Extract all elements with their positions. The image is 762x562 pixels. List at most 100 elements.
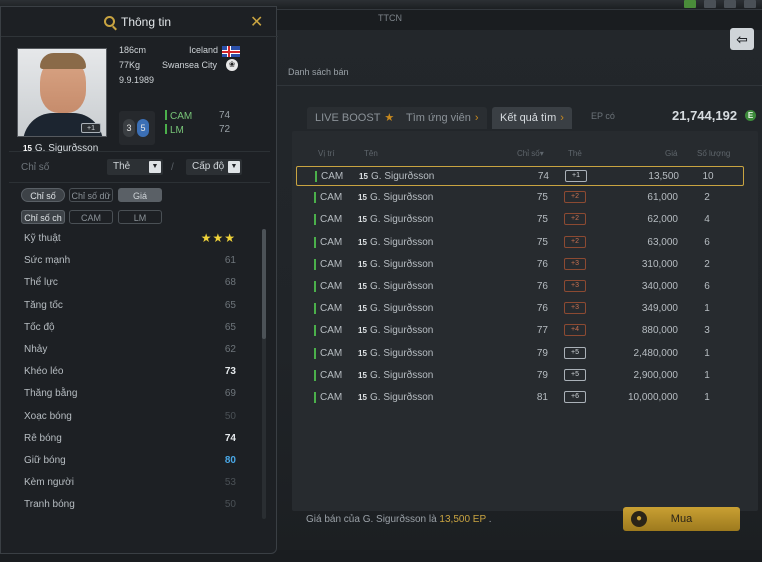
stat-value: 65	[224, 299, 236, 311]
stat-value: 73	[224, 366, 236, 378]
row-ovr: 79	[536, 347, 548, 359]
row-position: CAM	[320, 347, 343, 359]
row-ovr: 75	[536, 192, 548, 204]
row-quantity: 2	[704, 258, 710, 270]
stat-name: Tăng tốc	[24, 299, 63, 311]
row-card-badge: +4	[564, 324, 586, 337]
position-bar	[314, 192, 316, 204]
header-ovr[interactable]: Chỉ số▾	[517, 149, 544, 158]
close-icon[interactable]: ✕	[250, 12, 263, 32]
row-price: 340,000	[641, 281, 678, 292]
row-ovr: 79	[536, 369, 548, 381]
stat-value: 74	[224, 432, 236, 444]
right-foot-icon: 5	[137, 119, 149, 137]
stat-name: Giữ bóng	[24, 454, 66, 466]
row-name: G. Sigurðsson	[370, 347, 434, 359]
settings-icon[interactable]	[724, 0, 736, 8]
tab-find-candidate[interactable]: Tìm ứng viên ›	[398, 107, 487, 129]
table-row[interactable]: CAM 15 G. Sigurðsson 76 +3 310,000 2	[296, 255, 744, 275]
card-level-badge: +1	[81, 123, 101, 133]
stats-label: Chỉ số	[21, 162, 50, 173]
table-row[interactable]: CAM 15 G. Sigurðsson 76 +3 340,000 6	[296, 277, 744, 297]
stats-scrollbar[interactable]	[262, 229, 266, 519]
divider	[9, 182, 270, 183]
sale-list-tab[interactable]: Danh sách bán	[288, 67, 349, 77]
status-icon[interactable]	[684, 0, 696, 8]
row-price: 2,480,000	[633, 347, 679, 359]
tab-price[interactable]: Giá	[118, 188, 162, 202]
position-bar	[314, 392, 316, 403]
row-quantity: 6	[704, 281, 710, 292]
tab-position-lm[interactable]: LM	[118, 210, 162, 224]
row-card-badge: +5	[564, 346, 586, 359]
ep-label: EP có	[591, 111, 615, 121]
table-row[interactable]: CAM 15 G. Sigurðsson 79 +5 2,900,000 1	[296, 366, 744, 386]
stat-name: Tranh bóng	[24, 499, 75, 511]
table-row[interactable]: CAM 15 G. Sigurðsson 79 +5 2,480,000 1	[296, 344, 744, 364]
slash-divider: /	[171, 162, 174, 173]
row-position: CAM	[320, 303, 343, 315]
position-bar	[314, 281, 316, 292]
stat-row: Tốc độ 65	[16, 317, 254, 339]
info-title: Thông tin	[121, 15, 172, 29]
row-card-badge: +3	[564, 302, 586, 315]
stat-row: Thăng bằng 69	[16, 383, 254, 405]
stat-row: Kỹ thuật ★★★	[16, 228, 254, 250]
divider	[276, 85, 762, 86]
row-quantity: 6	[704, 236, 710, 248]
table-row[interactable]: CAM 15 G. Sigurðsson 75 +2 62,000 4	[296, 210, 744, 230]
chevron-right-icon: ›	[560, 112, 564, 124]
stat-name: Kèm người	[24, 477, 74, 489]
stat-name: Rê bóng	[24, 432, 62, 444]
tab-main-stats[interactable]: Chỉ số ch	[21, 210, 65, 224]
search-icon	[104, 16, 115, 27]
close-window-icon[interactable]	[744, 0, 756, 8]
player-dob: 9.9.1989	[119, 75, 155, 85]
header-position: Vị trí	[318, 149, 335, 158]
position-bar	[314, 347, 316, 359]
row-position: CAM	[320, 281, 343, 292]
row-price: 61,000	[647, 192, 678, 204]
level-select[interactable]: Cấp độ ▼	[186, 159, 242, 175]
buy-button[interactable]: ● Mua	[623, 507, 740, 531]
back-button[interactable]: ⇦	[730, 28, 754, 50]
card-select[interactable]: Thẻ ▼	[107, 159, 163, 175]
table-row[interactable]: CAM 15 G. Sigurðsson 75 +2 63,000 6	[296, 233, 744, 253]
position-cam-value: 74	[219, 110, 231, 121]
row-card-badge: +3	[564, 280, 586, 292]
row-price: 62,000	[647, 214, 678, 226]
row-number: 15	[358, 304, 367, 314]
screenshot-icon[interactable]	[704, 0, 716, 8]
table-row[interactable]: CAM 15 G. Sigurðsson 77 +4 880,000 3	[296, 321, 744, 341]
row-number: 15	[358, 326, 367, 336]
divider	[9, 151, 270, 152]
row-card-badge: +1	[565, 170, 587, 182]
tab-position-cam[interactable]: CAM	[69, 210, 113, 224]
row-position: CAM	[320, 236, 343, 248]
row-price: 63,000	[647, 236, 678, 248]
row-quantity: 1	[704, 347, 710, 359]
row-price: 349,000	[641, 303, 678, 315]
row-ovr: 81	[536, 392, 548, 403]
row-card-badge: +2	[564, 191, 586, 204]
stat-value: 80	[224, 454, 236, 466]
row-name: G. Sigurðsson	[371, 171, 435, 182]
row-number: 15	[358, 393, 367, 402]
tab-search-results[interactable]: Kết quả tìm ›	[492, 107, 572, 129]
ttcn-label: TTCN	[378, 13, 402, 23]
row-ovr: 76	[536, 303, 548, 315]
stat-name: Thể lực	[24, 277, 58, 289]
tab-live-boost[interactable]: LIVE BOOST ★	[307, 107, 403, 129]
table-row[interactable]: CAM 15 G. Sigurðsson 76 +3 349,000 1	[296, 299, 744, 319]
table-row[interactable]: CAM 15 G. Sigurðsson 81 +6 10,000,000 1	[296, 388, 744, 408]
table-row[interactable]: CAM 15 G. Sigurðsson 74 +1 13,500 10	[296, 166, 744, 186]
tab-stats[interactable]: Chỉ số	[21, 188, 65, 202]
player-country: Iceland	[189, 45, 219, 55]
header-card: Thẻ	[568, 149, 582, 158]
position-lm: LM	[165, 124, 184, 136]
table-row[interactable]: CAM 15 G. Sigurðsson 75 +2 61,000 2	[296, 188, 744, 208]
row-ovr: 76	[536, 281, 548, 292]
row-name: G. Sigurðsson	[370, 369, 434, 381]
row-name: G. Sigurðsson	[370, 281, 434, 292]
tab-stats-detail[interactable]: Chỉ số dữ	[69, 188, 113, 202]
